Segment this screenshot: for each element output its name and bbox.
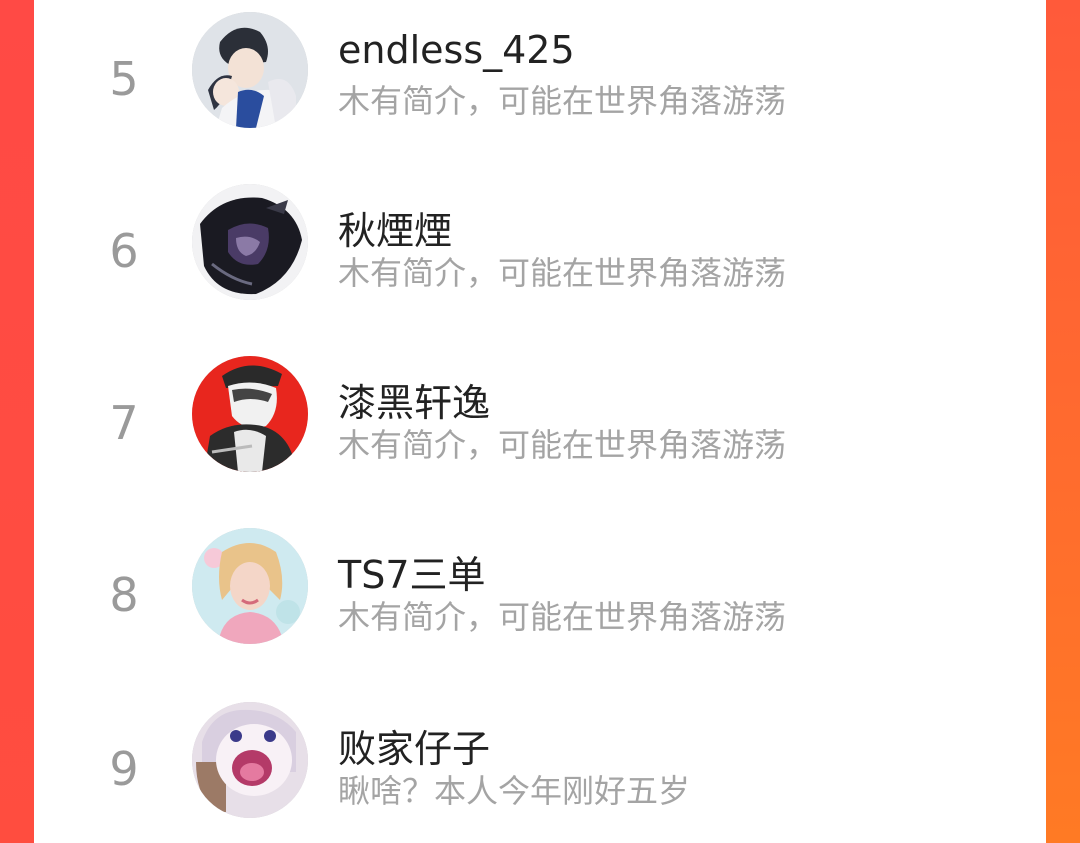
rank-number: 9 — [109, 742, 139, 796]
username[interactable]: 漆黑轩逸 — [338, 372, 490, 427]
rank-number: 5 — [109, 52, 139, 106]
cartoon-face-avatar-icon — [192, 702, 308, 818]
username[interactable]: 败家仔子 — [338, 718, 490, 773]
rank-number: 7 — [109, 396, 139, 450]
list-item[interactable]: 6 秋煙煙 木有简介，可能在世界角落游荡 — [34, 172, 1046, 312]
list-item[interactable]: 7 漆黑轩逸 木有简介，可能在世界角落游荡 — [34, 344, 1046, 484]
right-border — [1046, 0, 1080, 843]
anime-boys-avatar-icon — [192, 12, 308, 128]
avatar[interactable] — [192, 528, 308, 644]
list-item[interactable]: 9 败家仔子 瞅啥？本人今年刚好五岁 — [34, 690, 1046, 830]
dark-anime-avatar-icon — [192, 184, 308, 300]
ranking-list: 5 endless_425 木有简介，可能在世界角落游荡 6 秋煙煙 木有简介，… — [34, 0, 1046, 843]
avatar[interactable] — [192, 702, 308, 818]
username[interactable]: 秋煙煙 — [338, 200, 452, 255]
user-bio: 瞅啥？本人今年刚好五岁 — [338, 772, 691, 810]
username[interactable]: TS7三单 — [338, 544, 486, 599]
rank-number: 6 — [109, 224, 139, 278]
avatar[interactable] — [192, 356, 308, 472]
portrait-avatar-icon — [192, 528, 308, 644]
rank-number: 8 — [109, 568, 139, 622]
user-bio: 木有简介，可能在世界角落游荡 — [338, 426, 787, 464]
list-item[interactable]: 8 TS7三单 木有简介，可能在世界角落游荡 — [34, 516, 1046, 656]
red-anime-avatar-icon — [192, 356, 308, 472]
username[interactable]: endless_425 — [338, 28, 575, 72]
list-item[interactable]: 5 endless_425 木有简介，可能在世界角落游荡 — [34, 0, 1046, 140]
avatar[interactable] — [192, 12, 308, 128]
avatar[interactable] — [192, 184, 308, 300]
user-bio: 木有简介，可能在世界角落游荡 — [338, 82, 787, 120]
left-border — [0, 0, 34, 843]
user-bio: 木有简介，可能在世界角落游荡 — [338, 254, 787, 292]
user-bio: 木有简介，可能在世界角落游荡 — [338, 598, 787, 636]
